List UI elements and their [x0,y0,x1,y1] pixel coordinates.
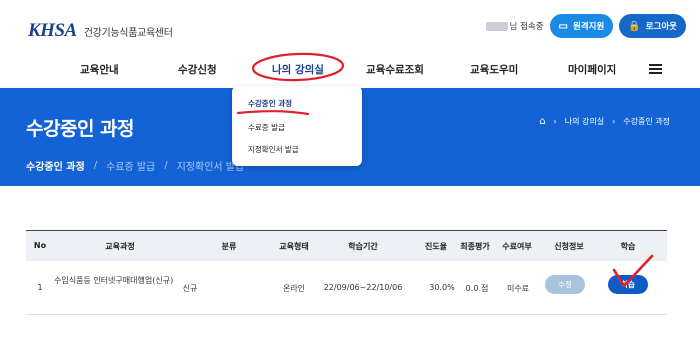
col-final-eval: 최종평가 [460,242,490,251]
page-title: 수강중인 과정 [26,118,135,140]
dropdown-item-certificate[interactable]: 수료증 발급 [248,122,285,133]
col-course: 교육과정 [105,242,135,251]
col-no: No [33,241,47,250]
cell-course[interactable]: 수입식품등 인터넷구매대행업(신규) [54,275,174,287]
remote-support-label: 원격지원 [572,21,605,31]
dropdown-item-current-courses[interactable]: 수강중인 과정 [248,98,292,109]
nav-completion-lookup[interactable]: 교육수료조회 [366,62,424,77]
col-format: 교육형태 [279,242,309,251]
user-name-redacted [485,21,508,31]
subnav-separator: / [164,160,168,171]
page: KHSA 건강기능식품교육센터 님 접속중 ▭ 원격지원 🔒 로그아웃 교육안내… [0,0,700,353]
remote-support-button[interactable]: ▭ 원격지원 [549,14,614,38]
home-icon[interactable]: ⌂ [539,116,545,127]
my-classroom-dropdown: 수강중인 과정 수료증 발급 지정확인서 발급 [232,86,362,166]
cell-final-eval: 0.0 점 [465,284,489,293]
nav-course-apply[interactable]: 수강신청 [178,62,217,77]
cell-period: 22/09/06~22/10/06 [323,283,403,292]
col-completion: 수료여부 [502,242,532,251]
col-progress: 진도율 [424,242,448,251]
col-study: 학습 [620,242,636,251]
subnav-current-courses[interactable]: 수강중인 과정 [26,158,85,173]
col-period: 학습기간 [348,242,378,251]
chevron-right-icon: › [612,117,616,126]
nav-help[interactable]: 교육도우미 [470,62,518,77]
dropdown-item-designation[interactable]: 지정확인서 발급 [248,144,299,155]
subnav-certificate[interactable]: 수료증 발급 [106,158,155,173]
sub-nav: 수강중인 과정 / 수료증 발급 / 지정확인서 발급 [26,158,244,173]
lock-icon: 🔒 [628,20,641,32]
study-button[interactable]: 학습 [608,275,648,294]
subnav-separator: / [93,160,98,171]
site-logo[interactable]: KHSA 건강기능식품교육센터 [28,20,173,42]
course-table: No 교육과정 분류 교육형태 학습기간 진도율 최종평가 수료여부 신청정보 … [26,230,667,315]
monitor-icon: ▭ [558,20,568,32]
main-nav: 교육안내 수강신청 나의 강의실 교육수료조회 교육도우미 마이페이지 [0,56,700,84]
edit-application-button[interactable]: 수정 [545,275,585,294]
user-status: 님 접속중 [485,20,544,32]
cell-format: 온라인 [282,284,306,293]
menu-icon[interactable] [649,64,662,74]
utility-bar: 님 접속중 ▭ 원격지원 🔒 로그아웃 [485,14,686,38]
logo-mark: KHSA [28,20,77,41]
user-status-text: 님 접속중 [509,22,544,32]
cell-completion: 미수료 [506,284,530,293]
breadcrumb: ⌂ › 나의 강의실 › 수강중인 과정 [539,116,670,127]
logout-button[interactable]: 🔒 로그아웃 [619,14,686,38]
chevron-right-icon: › [553,117,557,126]
nav-education-info[interactable]: 교육안내 [80,62,119,77]
logout-label: 로그아웃 [645,21,677,31]
site-header: KHSA 건강기능식품교육센터 님 접속중 ▭ 원격지원 🔒 로그아웃 교육안내… [0,0,700,88]
logo-text: 건강기능식품교육센터 [83,27,173,39]
table-header: No 교육과정 분류 교육형태 학습기간 진도율 최종평가 수료여부 신청정보 … [26,230,667,261]
cell-progress: 30.0% [429,283,455,292]
table-row: 1 수입식품등 인터넷구매대행업(신규) 신규 온라인 22/09/06~22/… [26,261,667,315]
cell-no: 1 [37,283,43,292]
breadcrumb-item[interactable]: 나의 강의실 [565,116,604,127]
breadcrumb-item[interactable]: 수강중인 과정 [623,116,670,127]
col-category: 분류 [221,242,237,251]
nav-mypage[interactable]: 마이페이지 [568,62,616,77]
cell-category: 신규 [182,284,198,293]
col-apply-info: 신청정보 [554,242,584,251]
nav-my-classroom[interactable]: 나의 강의실 [272,62,324,77]
